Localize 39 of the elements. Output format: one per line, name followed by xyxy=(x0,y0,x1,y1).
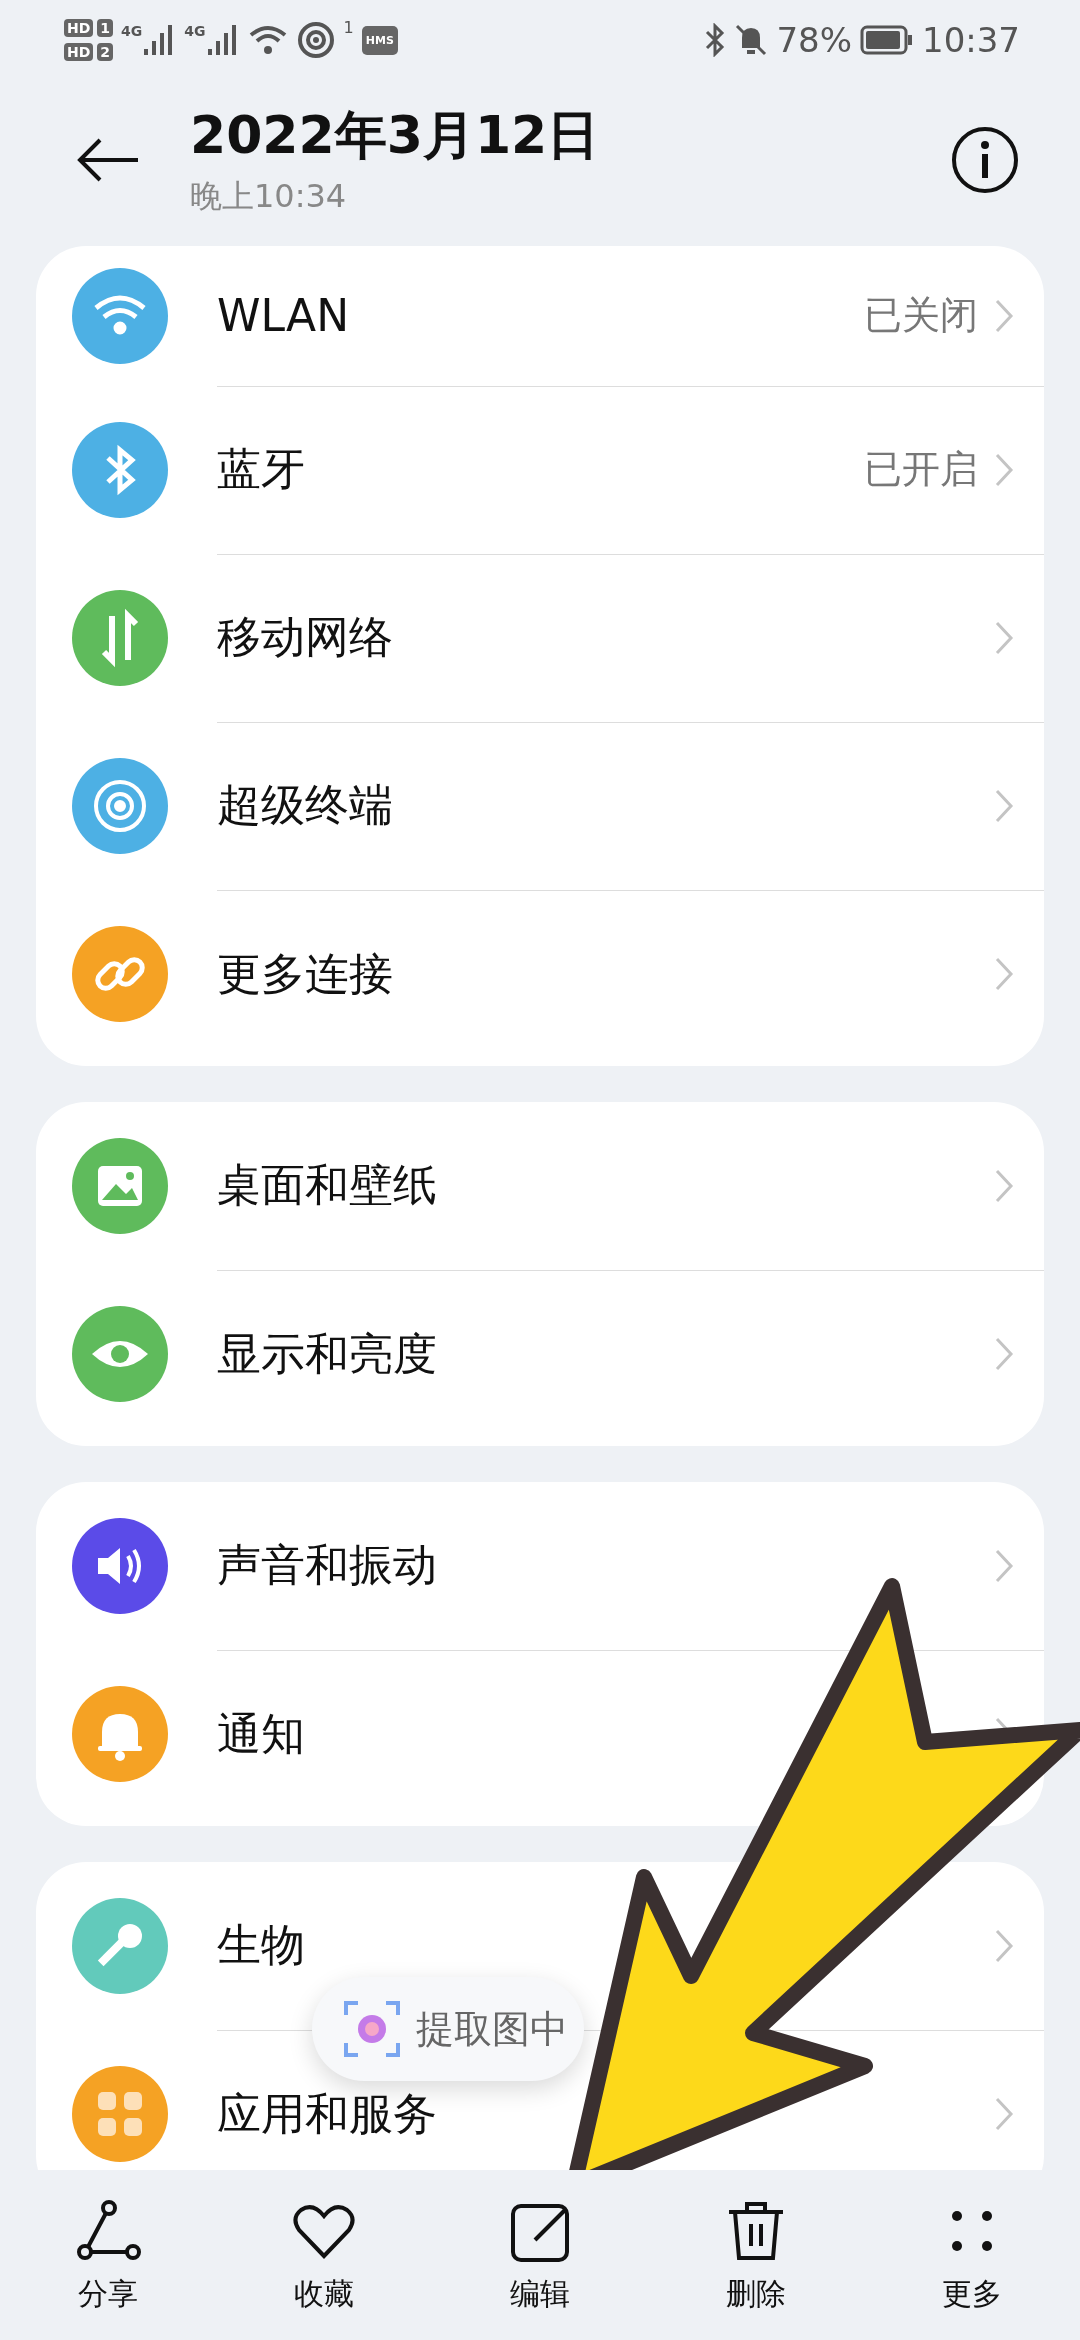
setting-label[interactable]: WLAN xyxy=(217,290,350,341)
hms-badge: HMS xyxy=(361,25,398,55)
info-icon[interactable] xyxy=(950,125,1020,195)
toolbar-button[interactable]: 更多 xyxy=(897,2195,1047,2315)
toolbar-button[interactable]: 收藏 xyxy=(249,2195,399,2315)
clock: 10:37 xyxy=(922,20,1020,60)
sim-slot-badge: 2 xyxy=(97,43,114,61)
network-type: 4G xyxy=(184,23,206,39)
battery-percent: 78% xyxy=(776,20,852,60)
sim-slot-badge: 1 xyxy=(97,19,114,37)
setting-label[interactable]: 超级终端 xyxy=(217,776,393,835)
muted-bell-icon xyxy=(734,23,769,57)
hotspot-count: 1 xyxy=(343,18,354,37)
setting-label[interactable]: 显示和亮度 xyxy=(217,1324,437,1384)
hd-badge: HD xyxy=(64,43,94,61)
setting-label[interactable]: 桌面和壁纸 xyxy=(217,1156,437,1215)
extract-text-button[interactable]: 提取图中 xyxy=(312,1977,584,2081)
scan-lens-icon xyxy=(342,1999,402,2059)
setting-label[interactable]: 蓝牙 xyxy=(217,440,305,499)
setting-label[interactable]: 声音和振动 xyxy=(217,1536,437,1595)
photo-time: 晚上10:34 xyxy=(190,176,348,217)
setting-label[interactable]: 更多连接 xyxy=(217,944,393,1004)
back-icon[interactable] xyxy=(76,138,140,182)
hd-badge: HD xyxy=(64,19,94,37)
bluetooth-icon xyxy=(704,23,727,57)
setting-label[interactable]: 移动网络 xyxy=(217,608,393,667)
photo-date-title: 2022年3月12日 xyxy=(190,104,601,167)
setting-status: 已关闭 xyxy=(864,292,978,339)
battery-icon xyxy=(860,25,914,55)
network-type: 4G xyxy=(121,23,143,39)
setting-label[interactable]: 应用和服务 xyxy=(217,2084,437,2144)
wifi-icon xyxy=(247,23,288,57)
setting-status: 已开启 xyxy=(864,446,978,493)
toolbar-button[interactable]: 删除 xyxy=(681,2195,831,2315)
toolbar-button[interactable]: 编辑 xyxy=(465,2195,615,2315)
setting-label[interactable]: 生物 xyxy=(217,1916,305,1975)
toolbar-button[interactable]: 分享 xyxy=(33,2195,183,2315)
setting-label[interactable]: 通知 xyxy=(217,1704,305,1764)
hotspot-icon xyxy=(295,22,336,58)
